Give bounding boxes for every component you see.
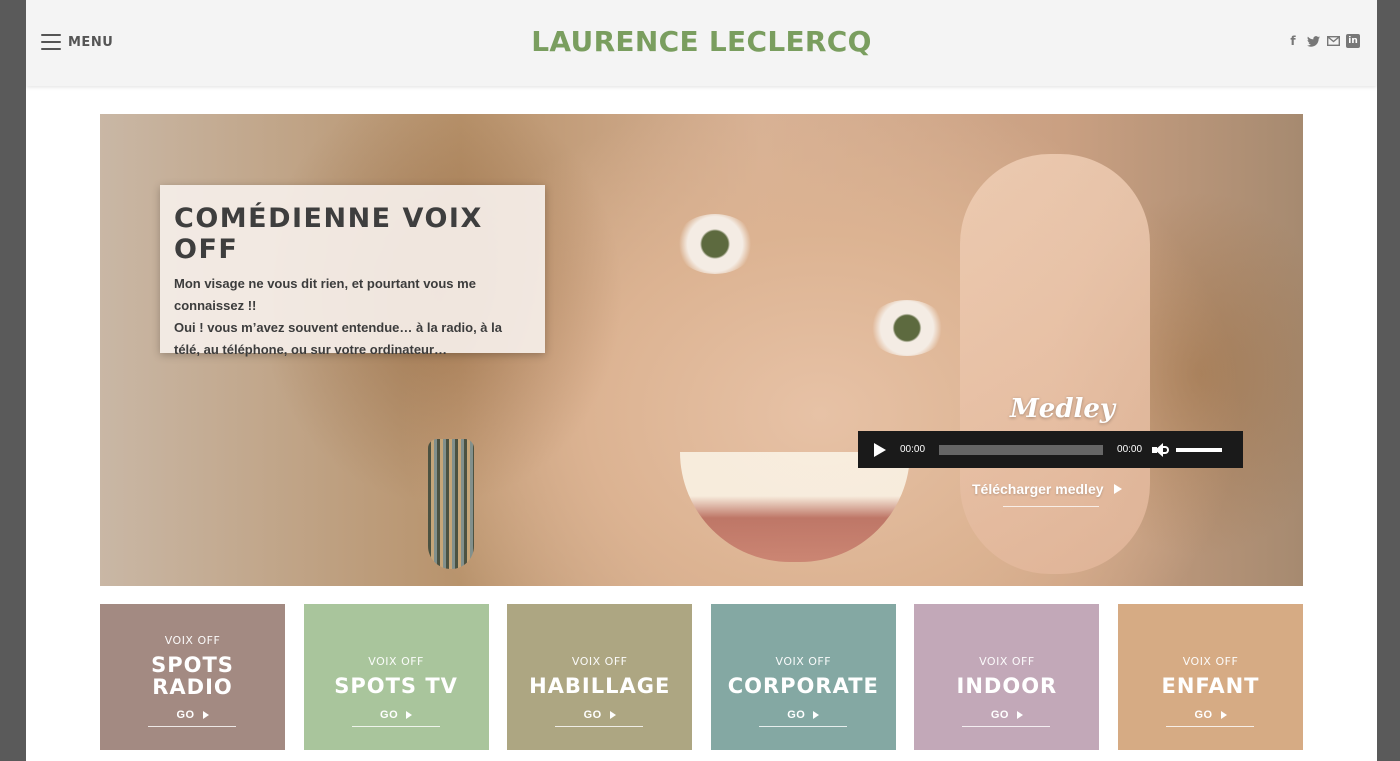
category-tiles: VOIX OFF SPOTS RADIO GO VOIX OFF SPOTS T… [100, 604, 1303, 750]
current-time: 00:00 [900, 444, 926, 455]
volume-icon[interactable] [1152, 442, 1170, 457]
tile-go: GO [100, 709, 285, 721]
tile-corporate[interactable]: VOIX OFF CORPORATE GO [710, 604, 896, 750]
tile-underline [1166, 726, 1254, 727]
tile-go: GO [507, 709, 692, 721]
hero-banner: COMÉDIENNE VOIX OFF Mon visage ne vous d… [100, 114, 1303, 586]
volume-slider[interactable] [1176, 447, 1223, 452]
tile-small-label: VOIX OFF [164, 634, 221, 647]
duration-time: 00:00 [1117, 444, 1143, 455]
tile-small-label: VOIX OFF [979, 655, 1035, 668]
tile-underline [148, 726, 236, 727]
tile-indoor[interactable]: VOIX OFF INDOOR GO [914, 604, 1100, 750]
tile-small-label: VOIX OFF [571, 655, 628, 668]
play-arrow-icon [406, 711, 413, 719]
audio-player: 00:00 00:00 [858, 431, 1243, 468]
tile-underline [758, 726, 847, 727]
hero-photo-eye-left [675, 214, 755, 274]
tile-go-label: GO [787, 709, 806, 721]
tile-enfant[interactable]: VOIX OFF ENFANT GO [1118, 604, 1303, 750]
hero-photo-hand [960, 154, 1150, 574]
tile-big-label: SPOTS RADIO [100, 654, 285, 698]
intro-text-line1: Mon visage ne vous dit rien, et pourtant… [174, 276, 476, 313]
play-arrow-icon [813, 711, 820, 719]
tile-go: GO [914, 709, 1099, 721]
site-header: MENU LAURENCE LECLERCQ f in [26, 0, 1377, 86]
tile-big-line1: SPOTS [151, 653, 234, 677]
hero-photo-earring [428, 439, 474, 569]
tile-go-label: GO [990, 709, 1009, 721]
play-arrow-icon [609, 711, 616, 719]
download-label: Télécharger medley [972, 481, 1104, 497]
tile-big-label: SPOTS TV [334, 674, 458, 698]
tile-go-label: GO [176, 709, 195, 721]
medley-title: Medley [1010, 394, 1116, 424]
tile-underline [555, 726, 644, 727]
play-arrow-icon [202, 711, 209, 719]
tile-big-label: CORPORATE [727, 674, 879, 698]
facebook-icon[interactable]: f [1286, 34, 1300, 48]
intro-text-line2: Oui ! vous m’avez souvent entendue… à la… [174, 320, 502, 357]
progress-rail[interactable] [939, 444, 1104, 455]
intro-title: COMÉDIENNE VOIX OFF [174, 203, 483, 265]
download-underline [1003, 506, 1099, 507]
hero-photo-eye-right [868, 300, 946, 356]
tile-small-label: VOIX OFF [1182, 655, 1239, 668]
tile-spots-tv[interactable]: VOIX OFF SPOTS TV GO [303, 604, 489, 750]
tile-big-line2: RADIO [152, 675, 233, 699]
play-arrow-icon [1220, 711, 1227, 719]
tile-go-label: GO [1194, 709, 1213, 721]
tile-underline [351, 726, 440, 727]
site-title[interactable]: LAURENCE LECLERCQ [26, 25, 1377, 58]
tile-go-label: GO [380, 709, 399, 721]
twitter-icon[interactable] [1306, 34, 1320, 48]
linkedin-icon[interactable]: in [1346, 34, 1360, 48]
tile-big-label: INDOOR [956, 674, 1058, 698]
tile-spots-radio[interactable]: VOIX OFF SPOTS RADIO GO [100, 604, 285, 750]
tile-big-label: ENFANT [1161, 674, 1260, 698]
play-arrow-icon [1016, 711, 1023, 719]
play-icon[interactable] [874, 442, 886, 457]
tile-go: GO [1118, 709, 1303, 721]
play-arrow-icon [1113, 484, 1122, 494]
intro-box: COMÉDIENNE VOIX OFF Mon visage ne vous d… [160, 185, 545, 357]
tile-go: GO [711, 709, 896, 721]
tile-small-label: VOIX OFF [368, 655, 424, 668]
tile-big-label: HABILLAGE [529, 674, 671, 698]
download-medley-link[interactable]: Télécharger medley [972, 481, 1122, 497]
tile-small-label: VOIX OFF [775, 655, 832, 668]
tile-underline [962, 726, 1051, 727]
hero-photo-smile [680, 452, 910, 562]
tile-go-label: GO [583, 709, 602, 721]
page: MENU LAURENCE LECLERCQ f in COMÉDIENNE V… [26, 0, 1377, 761]
tile-go: GO [304, 709, 489, 721]
email-icon[interactable] [1326, 34, 1340, 48]
tile-habillage[interactable]: VOIX OFF HABILLAGE GO [507, 604, 693, 750]
social-links: f in [1286, 34, 1360, 48]
